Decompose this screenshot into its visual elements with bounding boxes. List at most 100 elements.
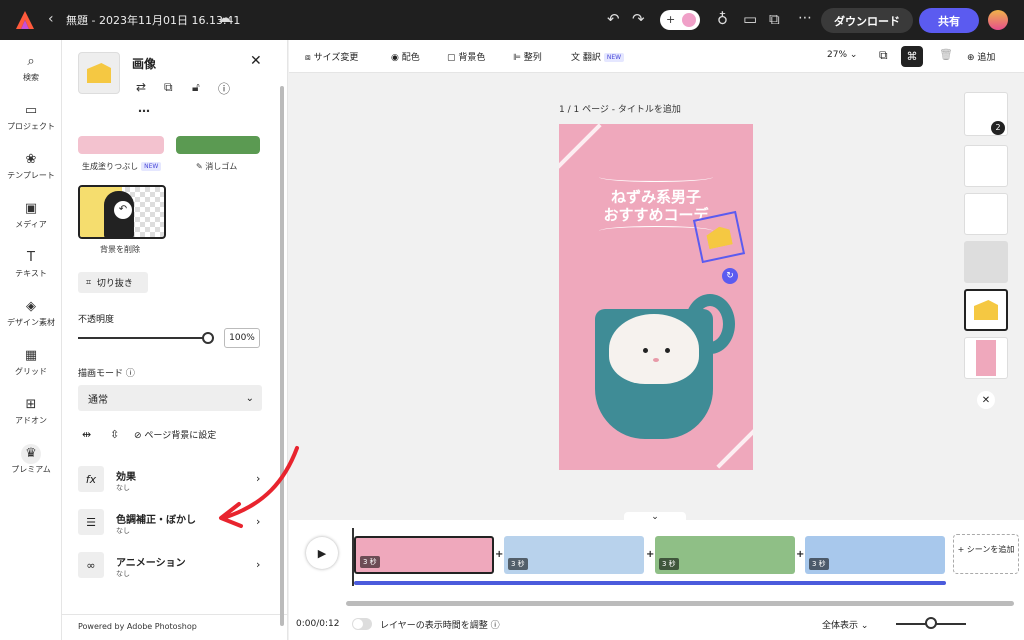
crown-icon: ♛ — [21, 444, 41, 464]
opacity-slider-track[interactable] — [78, 337, 208, 339]
rail-text[interactable]: T テキスト — [0, 250, 62, 279]
share-button[interactable]: 共有 — [919, 8, 979, 33]
divider — [62, 614, 287, 615]
more-icon[interactable]: ⋯ — [798, 10, 812, 26]
background-color-button[interactable]: ▢ 背景色 — [447, 50, 485, 63]
page-thumbnail-5[interactable] — [964, 289, 1008, 331]
animation-row[interactable]: ∞ アニメーション なし › — [78, 552, 268, 582]
comment-icon[interactable]: ▭ — [743, 10, 757, 28]
adobe-express-logo[interactable] — [14, 9, 36, 31]
replace-icon[interactable]: ⇄ — [136, 80, 146, 94]
document-title[interactable]: 無題 - 2023年11月01日 16.13.41 — [66, 12, 240, 28]
cheese-selection-box[interactable] — [692, 210, 746, 264]
timeline-zoom-knob[interactable] — [925, 617, 937, 629]
invite-collaborator-button[interactable]: + — [660, 10, 700, 30]
redo-icon[interactable]: ↷ — [632, 10, 645, 28]
set-page-background-button[interactable]: ⊘ ページ背景に設定 — [134, 428, 216, 441]
template-icon: ❀ — [25, 152, 37, 167]
resize-button[interactable]: ⧈ サイズ変更 — [305, 50, 358, 63]
palette-icon: ◉ — [391, 53, 399, 63]
info-icon[interactable]: ⓘ — [218, 80, 230, 97]
layer-duration-toggle[interactable] — [352, 618, 372, 630]
remove-background-card[interactable]: ↶ — [78, 185, 166, 239]
shapes-icon: ◈ — [26, 299, 36, 314]
page-label[interactable]: 1 / 1 ページ - タイトルを追加 — [559, 102, 681, 115]
close-icon[interactable]: ✕ — [977, 391, 995, 409]
collapse-timeline-icon[interactable]: ⌄ — [624, 512, 686, 526]
page-thumbnail-6[interactable] — [964, 337, 1008, 379]
zoom-select[interactable]: 27% ⌄ — [827, 50, 857, 60]
chevron-right-icon: › — [256, 558, 261, 571]
remove-background-label: 背景を削除 — [100, 245, 140, 254]
scene-3[interactable]: 3 秒 — [655, 536, 795, 574]
eraser-card[interactable] — [176, 136, 260, 154]
add-scene-button[interactable]: + シーンを追加 — [953, 534, 1019, 574]
layer-duration-label: レイヤーの表示時間を調整 ⓘ — [380, 621, 500, 631]
playhead[interactable] — [352, 528, 354, 586]
page-thumbnail-1[interactable]: 2 — [964, 92, 1008, 136]
close-icon[interactable]: ✕ — [250, 53, 262, 69]
rail-templates[interactable]: ❀ テンプレート — [0, 152, 62, 181]
duplicate-icon[interactable]: ⧉ — [164, 80, 173, 95]
scene-1[interactable]: 3 秒 — [354, 536, 494, 574]
rail-grid[interactable]: ▦ グリッド — [0, 348, 62, 377]
blend-mode-select[interactable]: 通常 ⌄ — [78, 385, 262, 411]
undo-icon[interactable]: ↶ — [607, 10, 620, 28]
fit-view-select[interactable]: 全体表示 ⌄ — [822, 618, 868, 631]
grid-icon: ▦ — [24, 348, 38, 363]
opacity-value-field[interactable]: 100% — [224, 328, 260, 348]
rail-addons[interactable]: ⊞ アドオン — [0, 397, 62, 426]
rail-projects[interactable]: ▭ プロジェクト — [0, 103, 62, 132]
more-options-icon[interactable]: ⋯ — [138, 104, 150, 118]
rail-media[interactable]: ▣ メディア — [0, 201, 62, 230]
add-between-icon[interactable]: + — [646, 549, 654, 560]
plus-circle-icon: ⊕ — [967, 53, 975, 63]
blend-info-icon: ⓘ — [125, 369, 135, 379]
hamster-image — [609, 314, 699, 384]
rail-search[interactable]: ⌕ 検索 — [0, 54, 62, 83]
powered-by-label: Powered by Adobe Photoshop — [78, 622, 197, 631]
page-thumbnail-4[interactable] — [964, 241, 1008, 283]
back-icon[interactable]: ‹ — [48, 11, 54, 27]
flip-vertical-icon[interactable]: ⇳ — [110, 428, 119, 441]
scene-2[interactable]: 3 秒 — [504, 536, 644, 574]
red-arrow-annotation — [219, 446, 299, 528]
add-button[interactable]: ⊕ 追加 — [967, 50, 995, 63]
rail-design-assets[interactable]: ◈ デザイン素材 — [0, 299, 62, 328]
delete-icon[interactable]: 🗑︎ — [939, 48, 953, 61]
time-readout: 0:00/0:12 — [296, 619, 340, 629]
lock-icon[interactable]: 🔓︎ — [192, 80, 200, 95]
page-count-badge: 2 — [991, 121, 1005, 135]
chevron-down-icon: ⌄ — [860, 621, 869, 631]
add-between-icon[interactable]: + — [495, 549, 503, 560]
opacity-slider-knob[interactable] — [202, 332, 214, 344]
user-avatar[interactable] — [988, 10, 1008, 30]
timeline-progress — [354, 581, 946, 585]
generative-fill-card[interactable] — [78, 136, 164, 154]
design-canvas[interactable]: ねずみ系男子 おすすめコーデ — [559, 124, 753, 470]
rotate-handle-icon[interactable]: ↻ — [722, 268, 738, 284]
download-button[interactable]: ダウンロード — [821, 8, 913, 33]
selected-image-thumbnail — [78, 52, 120, 94]
search-icon: ⌕ — [27, 54, 35, 69]
rail-premium[interactable]: ♛ プレミアム — [0, 444, 62, 475]
panel-title: 画像 — [132, 57, 157, 71]
play-button[interactable]: ▶ — [306, 537, 338, 569]
scene-4[interactable]: 3 秒 — [805, 536, 945, 574]
color-theme-button[interactable]: ◉ 配色 — [391, 50, 420, 63]
crop-button[interactable]: ⌗ 切り抜き — [78, 272, 148, 293]
cloud-icon: ☁ — [218, 11, 231, 26]
panel-scrollbar[interactable] — [280, 86, 284, 626]
translate-button[interactable]: 文 翻訳 NEW — [571, 50, 625, 63]
present-icon[interactable]: ⧉ — [769, 10, 780, 28]
add-between-icon[interactable]: + — [796, 549, 804, 560]
layout-mode-icon[interactable]: ⌘ — [901, 46, 923, 67]
flip-horizontal-icon[interactable]: ⇹ — [82, 428, 91, 441]
lightbulb-icon[interactable]: ♁ — [717, 10, 728, 28]
arrange-button[interactable]: ⊫ 整列 — [513, 50, 542, 63]
opacity-label: 不透明度 — [78, 315, 115, 325]
page-thumbnail-2[interactable] — [964, 145, 1008, 187]
layers-icon[interactable]: ⧉ — [879, 48, 888, 63]
page-thumbnail-3[interactable] — [964, 193, 1008, 235]
timeline-scrollbar[interactable] — [346, 601, 1014, 606]
